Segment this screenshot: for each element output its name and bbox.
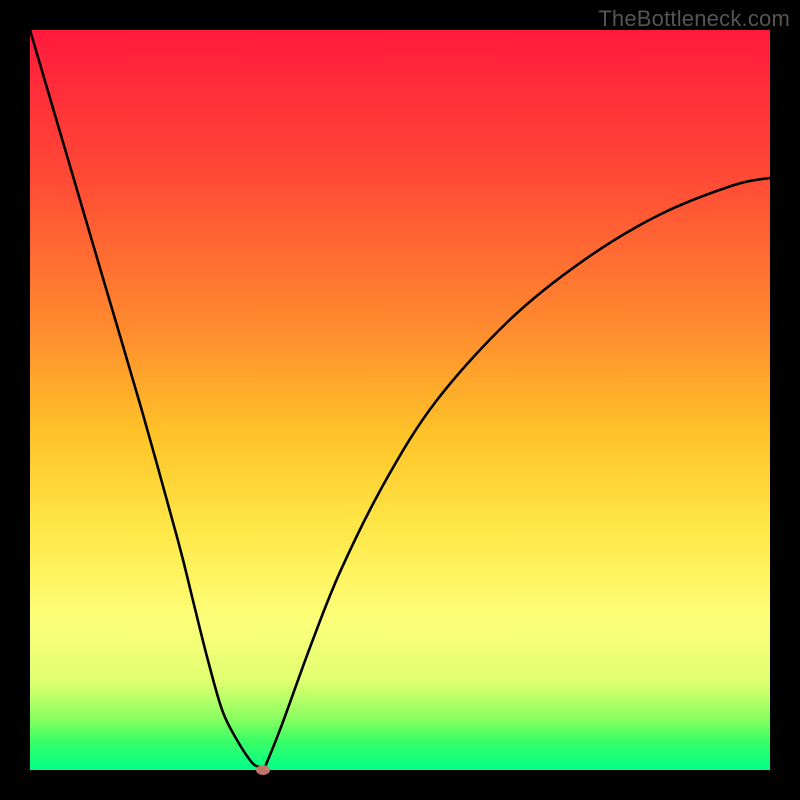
chart-plot-area xyxy=(30,30,770,770)
chart-marker-point xyxy=(256,765,270,775)
watermark-text: TheBottleneck.com xyxy=(598,6,790,32)
chart-frame: TheBottleneck.com xyxy=(0,0,800,800)
chart-curve xyxy=(30,30,770,770)
